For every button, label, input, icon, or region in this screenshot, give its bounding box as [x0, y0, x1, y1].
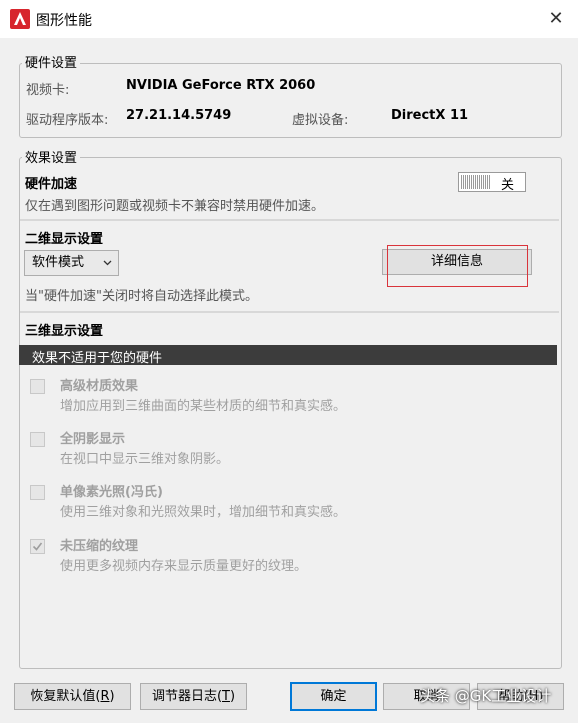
video-card-label: 视频卡: — [26, 83, 70, 98]
tuner-log-label: 调节器日志( — [151, 689, 223, 704]
advanced-material-checkbox[interactable] — [30, 379, 45, 394]
title-bar: 图形性能 ✕ — [0, 0, 578, 39]
tuner-log-hotkey: T — [222, 689, 230, 704]
mode-select[interactable]: 软件模式 — [24, 250, 119, 276]
effects-group-label: 效果设置 — [22, 147, 81, 166]
restore-defaults-hotkey: R — [100, 689, 110, 704]
tuner-log-label-end: ) — [229, 689, 236, 704]
restore-defaults-button[interactable]: 恢复默认值(R) — [14, 683, 131, 710]
option-description: 使用更多视频内存来显示质量更好的纹理。 — [60, 559, 308, 574]
divider — [20, 311, 559, 313]
video-card-value: NVIDIA GeForce RTX 2060 — [126, 78, 316, 93]
unsupported-banner: 效果不适用于您的硬件 — [19, 345, 557, 366]
option-title: 全阴影显示 — [60, 432, 126, 447]
option-description: 增加应用到三维曲面的某些材质的细节和真实感。 — [60, 399, 347, 414]
per-pixel-lighting-checkbox[interactable] — [30, 485, 45, 500]
restore-defaults-label: 恢复默认值( — [30, 689, 101, 704]
checkmark-icon — [32, 542, 43, 551]
hardware-accel-title: 硬件加速 — [25, 177, 78, 192]
mode-note: 当"硬件加速"关闭时将自动选择此模式。 — [25, 289, 258, 304]
hardware-accel-toggle[interactable]: 关 — [458, 172, 526, 193]
chevron-down-icon — [103, 260, 112, 266]
full-shadows-checkbox[interactable] — [30, 432, 45, 447]
option-title: 单像素光照(冯氏) — [60, 485, 163, 500]
option-description: 使用三维对象和光照效果时，增加细节和真实感。 — [60, 505, 347, 520]
close-icon[interactable]: ✕ — [543, 6, 569, 32]
uncompressed-textures-checkbox[interactable] — [30, 539, 45, 554]
display-2d-title: 二维显示设置 — [25, 232, 104, 247]
hardware-accel-description: 仅在遇到图形问题或视频卡不兼容时禁用硬件加速。 — [25, 199, 325, 214]
option-description: 在视口中显示三维对象阴影。 — [60, 452, 230, 467]
display-3d-title: 三维显示设置 — [25, 324, 104, 339]
mode-select-value: 软件模式 — [32, 255, 85, 270]
driver-version-label: 驱动程序版本: — [26, 113, 109, 128]
watermark: 头条 @GK工业设计 — [420, 687, 552, 705]
virtual-device-value: DirectX 11 — [391, 108, 469, 123]
option-title: 高级材质效果 — [60, 379, 139, 394]
driver-version-value: 27.21.14.5749 — [126, 108, 232, 123]
tuner-log-button[interactable]: 调节器日志(T) — [140, 683, 247, 710]
hardware-group-label: 硬件设置 — [22, 52, 81, 71]
toggle-knob — [461, 175, 491, 189]
autocad-a-icon — [10, 9, 30, 29]
restore-defaults-label-end: ) — [109, 689, 115, 704]
ok-button[interactable]: 确定 — [290, 682, 377, 711]
unsupported-banner-text: 效果不适用于您的硬件 — [32, 351, 163, 366]
option-title: 未压缩的纹理 — [60, 539, 139, 554]
highlight-box — [387, 245, 528, 287]
window-title: 图形性能 — [36, 13, 92, 29]
divider — [20, 219, 559, 221]
virtual-device-label: 虚拟设备: — [292, 113, 349, 128]
toggle-state-label: 关 — [501, 178, 515, 193]
